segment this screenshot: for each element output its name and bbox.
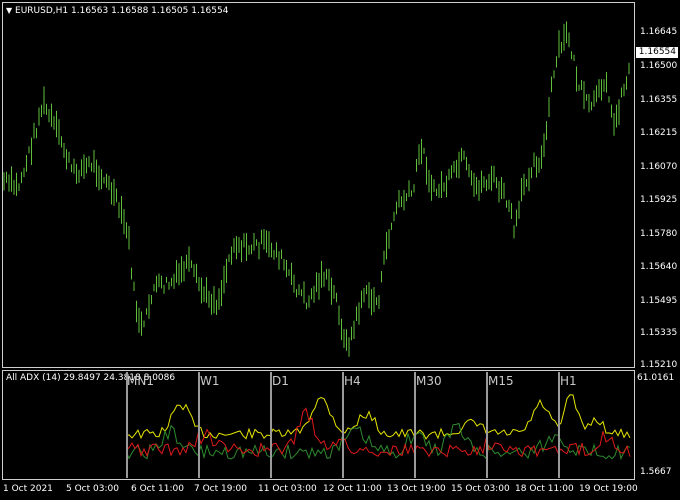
indicator-scale-min: 1.5667	[640, 467, 672, 477]
time-label: 15 Oct 03:00	[451, 484, 510, 494]
price-label: 1.16215	[640, 128, 678, 138]
tf-label-m30: M30	[416, 374, 442, 388]
price-label: 1.15210	[640, 360, 678, 370]
time-label: 11 Oct 03:00	[258, 484, 317, 494]
time-label: 6 Oct 11:00	[131, 484, 184, 494]
price-label: 1.15780	[640, 229, 678, 239]
time-label: 12 Oct 11:00	[323, 484, 382, 494]
tf-label-mn1: MN1	[127, 374, 154, 388]
price-label: 1.16355	[640, 95, 678, 105]
time-label: 7 Oct 19:00	[194, 484, 247, 494]
indicator-scale-max: 61.0161	[637, 373, 675, 383]
tf-label-h1: H1	[560, 374, 577, 388]
price-label: 1.16500	[640, 61, 678, 71]
price-label: 1.16645	[640, 27, 678, 37]
price-label: 1.15495	[640, 296, 678, 306]
price-label: 1.15640	[640, 262, 678, 272]
time-label: 18 Oct 11:00	[515, 484, 574, 494]
candle-bars	[3, 21, 630, 357]
tf-label-w1: W1	[200, 374, 220, 388]
tf-label-m15: M15	[488, 374, 514, 388]
price-label: 1.15335	[640, 328, 678, 338]
tf-label-d1: D1	[272, 374, 289, 388]
price-label: 1.16070	[640, 162, 678, 172]
time-label: 1 Oct 2021	[3, 484, 53, 494]
price-label: 1.15925	[640, 195, 678, 205]
adx-line	[126, 394, 631, 440]
current-price-marker: 1.16554	[636, 47, 678, 58]
tf-label-h4: H4	[344, 374, 361, 388]
time-label: 19 Oct 19:00	[579, 484, 638, 494]
time-label: 5 Oct 03:00	[66, 484, 119, 494]
price-chart[interactable]	[3, 3, 633, 366]
time-label: 13 Oct 19:00	[387, 484, 446, 494]
